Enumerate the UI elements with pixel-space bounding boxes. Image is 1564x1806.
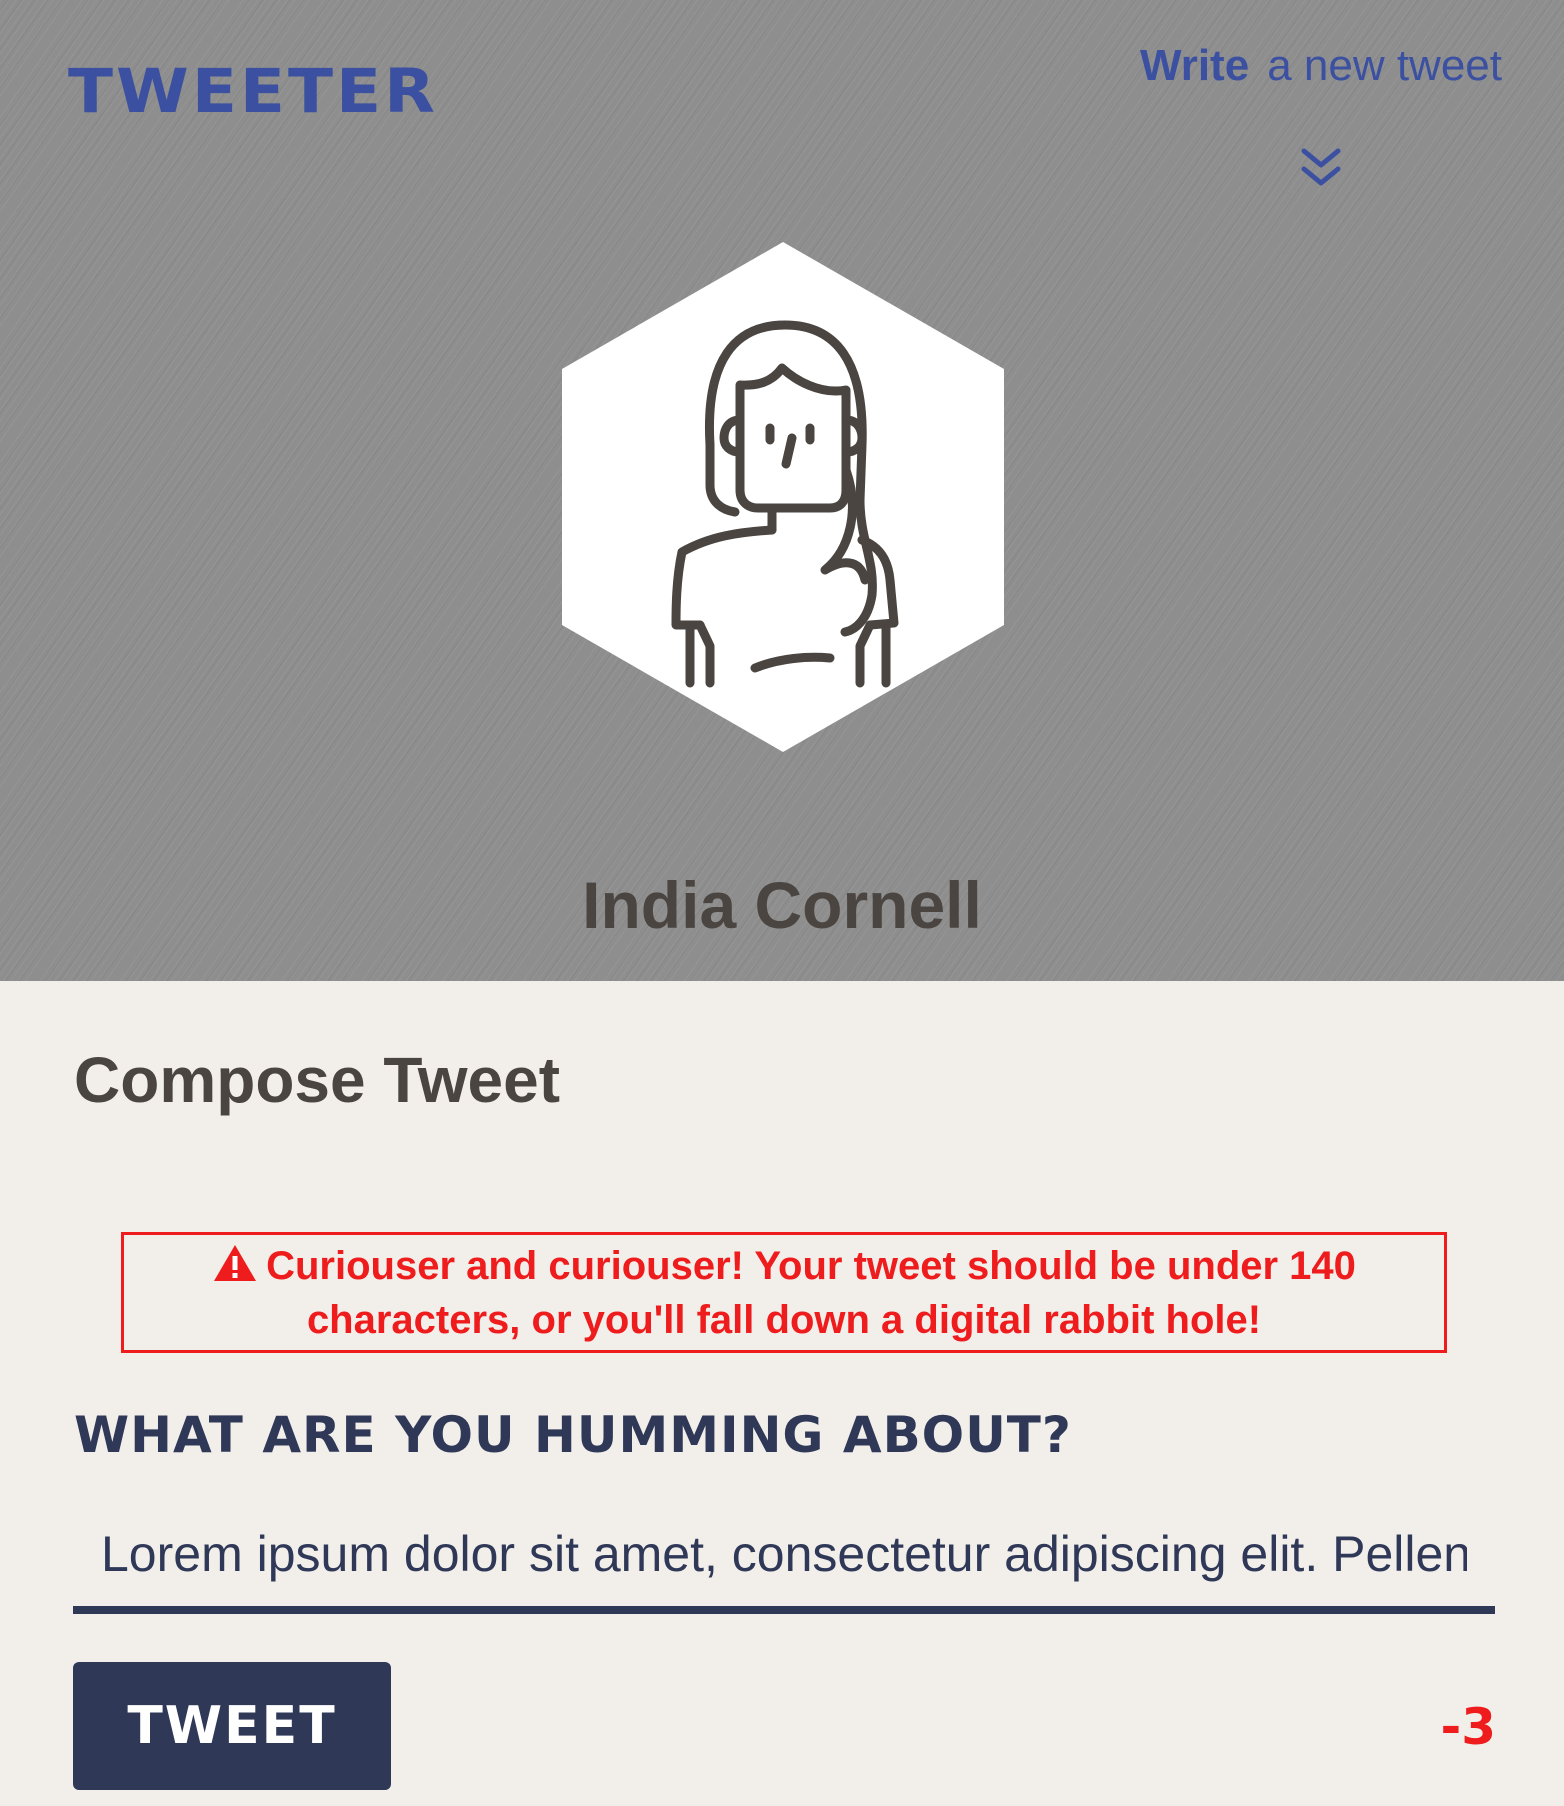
user-name: India Cornell <box>582 868 982 942</box>
double-chevron-down-icon[interactable] <box>1298 145 1344 191</box>
error-message-box: Curiouser and curiouser! Your tweet shou… <box>121 1232 1447 1353</box>
write-link-rest: a new tweet <box>1267 41 1502 90</box>
warning-triangle-icon <box>214 1244 257 1281</box>
error-message-text: Curiouser and curiouser! Your tweet shou… <box>266 1243 1356 1342</box>
tweet-button[interactable]: Tweet <box>73 1662 391 1790</box>
write-new-tweet-link[interactable]: Write a new tweet <box>1082 38 1502 94</box>
character-counter: -3 <box>1440 1698 1496 1756</box>
tweet-prompt-label: What are you humming about? <box>74 1406 1072 1464</box>
profile-header: Tweeter Write a new tweet <box>0 0 1564 981</box>
woman-avatar-icon <box>562 242 1004 752</box>
compose-title: Compose Tweet <box>74 1044 560 1116</box>
app-logo[interactable]: Tweeter <box>68 55 438 129</box>
write-link-strong: Write <box>1139 41 1250 90</box>
tweet-input[interactable] <box>73 1502 1495 1614</box>
